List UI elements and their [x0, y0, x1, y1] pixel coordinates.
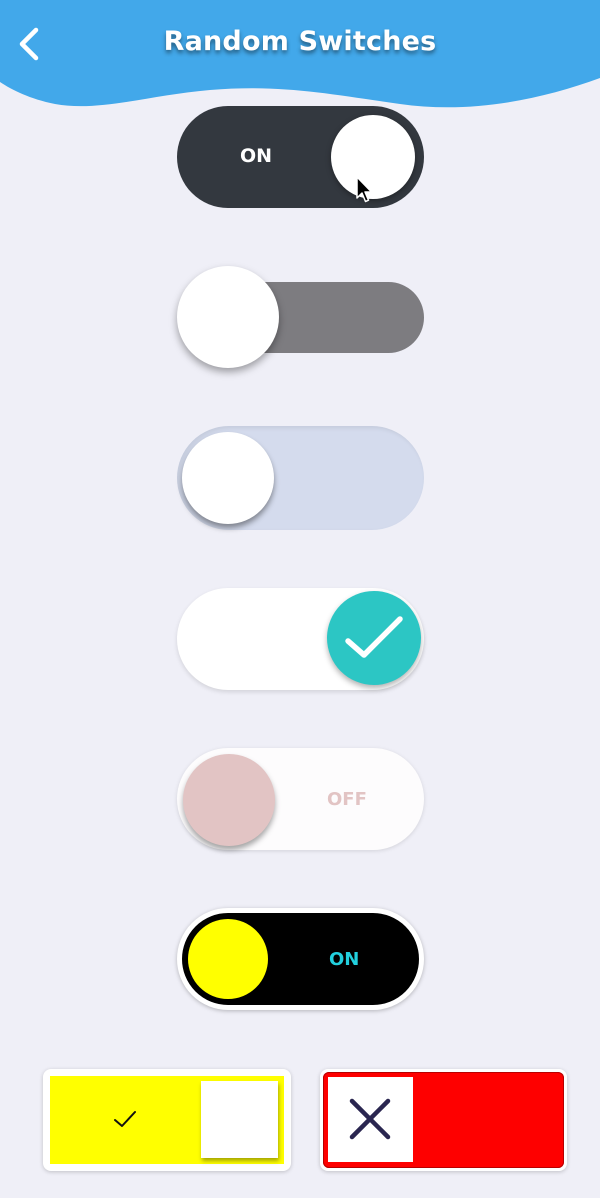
switch-knob	[201, 1081, 278, 1158]
switch-on-label: ON	[329, 949, 360, 970]
toggle-switch-7[interactable]	[43, 1069, 291, 1171]
switch-on-label: ON	[240, 145, 273, 167]
toggle-switch-4[interactable]	[177, 588, 424, 690]
switch-off-label: OFF	[327, 789, 367, 810]
checkmark-icon	[345, 616, 403, 658]
switch-knob	[331, 115, 415, 199]
checkmark-icon	[114, 1111, 136, 1127]
toggle-switch-5[interactable]: OFF	[177, 748, 424, 850]
switch-knob[interactable]	[177, 266, 279, 368]
switch-knob	[188, 919, 268, 999]
switch-knob	[183, 754, 275, 846]
page-title: Random Switches	[163, 26, 437, 57]
switch-knob	[182, 432, 274, 524]
toggle-switch-8[interactable]	[320, 1069, 567, 1171]
mouse-pointer-icon	[356, 176, 373, 203]
toggle-switch-6[interactable]: ON	[177, 908, 424, 1010]
toggle-switch-3[interactable]	[177, 426, 424, 530]
x-icon	[349, 1098, 391, 1140]
switch-knob	[327, 591, 421, 685]
switch-knob	[328, 1077, 413, 1162]
toggle-switch-1[interactable]: ON	[177, 106, 424, 208]
